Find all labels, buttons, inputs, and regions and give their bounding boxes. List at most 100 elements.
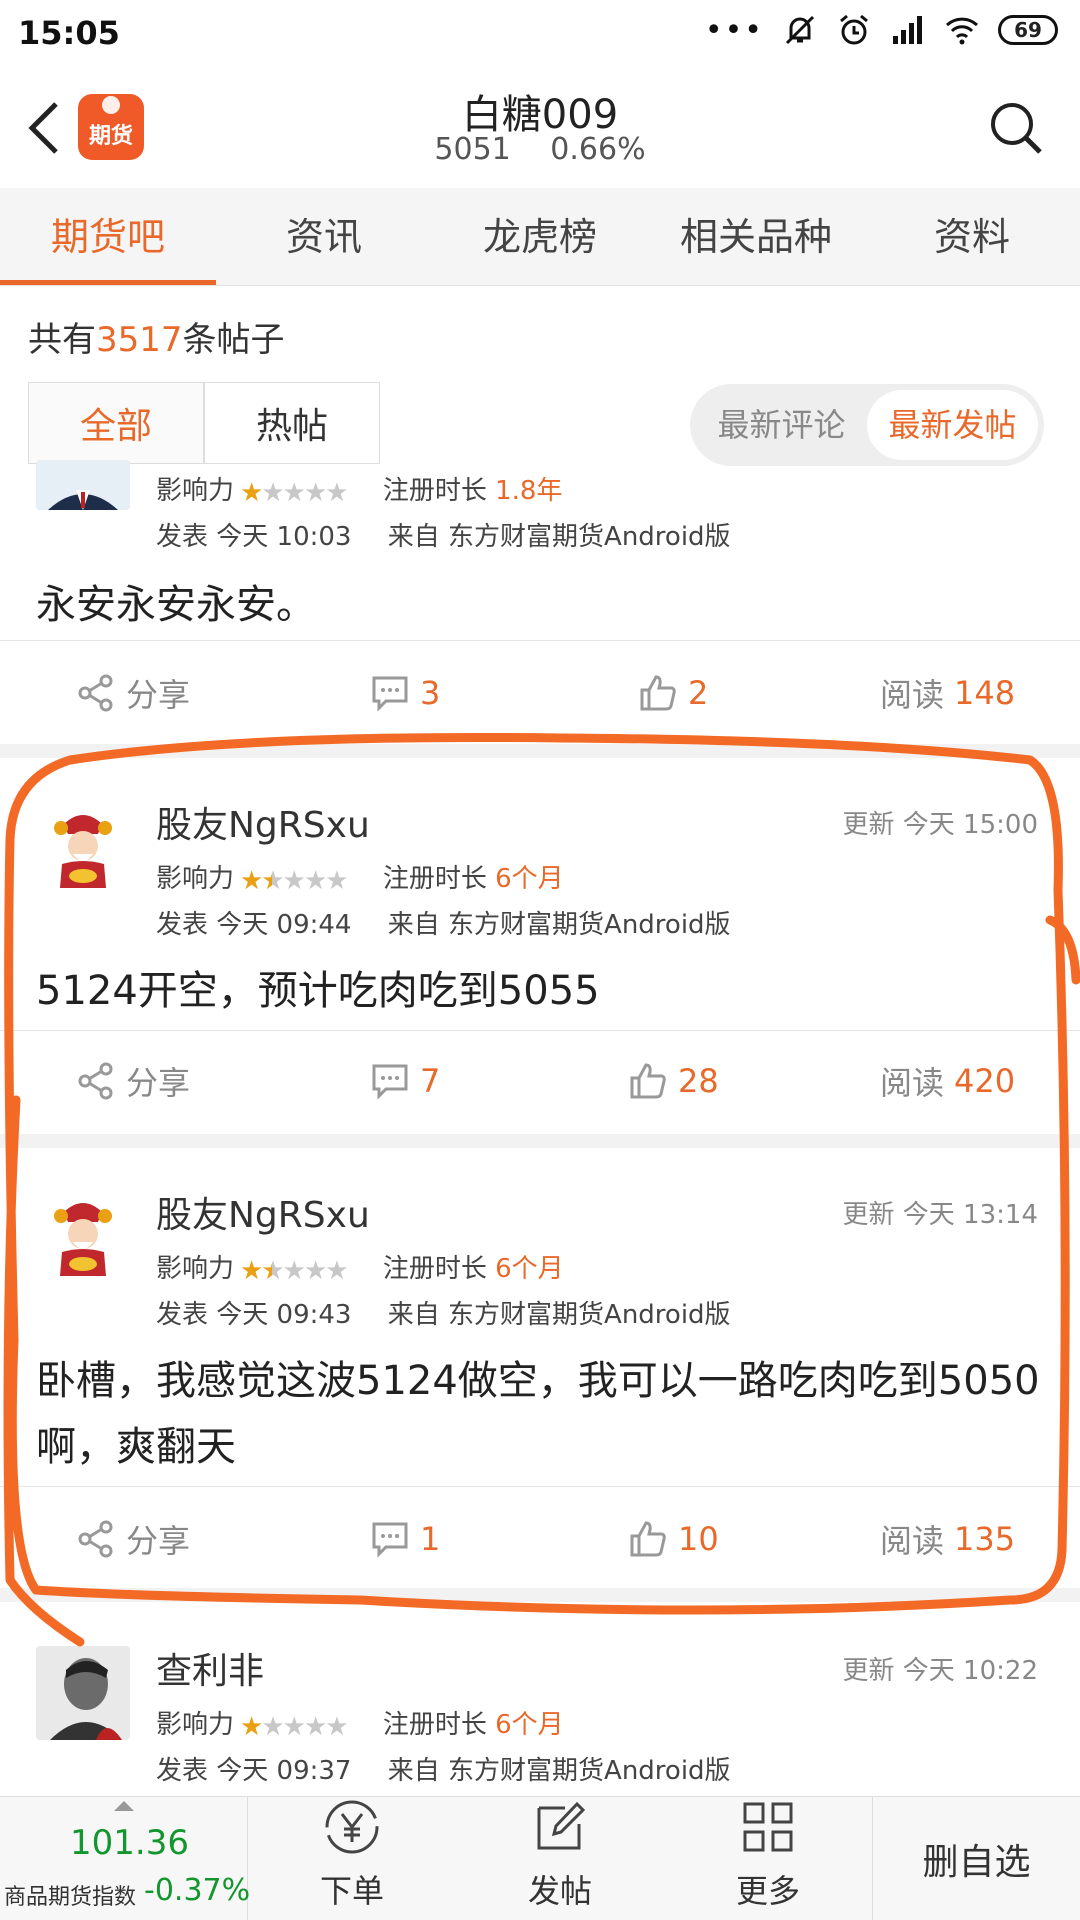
post-source: 东方财富期货Android版 — [448, 1300, 731, 1330]
comment-button[interactable]: 1 — [370, 1504, 440, 1574]
post-content[interactable]: 永安永安永安。 — [36, 572, 1046, 638]
post-card[interactable]: 股友NgRSxu 更新 今天 15:00 影响力 ★★★★★ 注册时长 6个月 发… — [0, 758, 1080, 1134]
reg-label: 注册时长 — [382, 1254, 487, 1284]
reg-label: 注册时长 — [382, 864, 487, 894]
share-icon — [78, 1520, 113, 1558]
share-button[interactable]: 分享 — [76, 1504, 190, 1574]
author-meta: 影响力 ★★★★★ 注册时长 1.8年 — [156, 470, 562, 508]
updated-label: 更新 — [842, 1656, 895, 1686]
fortune-god-avatar-icon — [36, 802, 130, 896]
filter-hot-button[interactable]: 热帖 — [204, 382, 380, 464]
avatar[interactable] — [36, 1190, 130, 1284]
header: 期货 白糖009 5051 0.66% — [0, 70, 1080, 188]
author-name[interactable]: 股友NgRSxu — [156, 1186, 370, 1238]
tab-profile[interactable]: 资料 — [864, 188, 1080, 285]
post-actions: 分享 7 28 阅读 420 — [0, 1046, 1080, 1116]
post-card[interactable]: 查利非 更新 今天 10:22 影响力 ★★★★★ 注册时长 6个月 发表 今天 … — [0, 1602, 1080, 1796]
update-time: 更新 今天 10:22 — [843, 1650, 1038, 1687]
tab-bar: 期货吧 资讯 龙虎榜 相关品种 资料 — [0, 188, 1080, 286]
price-change: 0.66% — [550, 132, 646, 167]
comment-icon — [372, 1064, 408, 1100]
from-label: 来自 — [387, 1300, 440, 1330]
tab-futures-bar[interactable]: 期货吧 — [0, 188, 216, 285]
status-icons: ••• 69 — [705, 12, 1058, 48]
divider — [0, 1030, 1080, 1031]
post-card[interactable]: 股友NgRSxu 更新 今天 13:14 影响力 ★★★★★ 注册时长 6个月 发… — [0, 1148, 1080, 1588]
more-button[interactable]: 更多 — [664, 1797, 872, 1920]
bottom-bar: 101.36 商品期货指数 -0.37% 下单 发帖 更多 删自选 — [0, 1796, 1080, 1920]
like-button[interactable]: 10 — [628, 1504, 719, 1574]
post-card[interactable]: 影响力 ★★★★★ 注册时长 1.8年 发表 今天 10:03 来自 东方财富期货… — [0, 460, 1080, 744]
read-label: 阅读 — [880, 676, 945, 714]
avatar[interactable] — [36, 460, 130, 510]
read-label: 阅读 — [880, 1522, 945, 1560]
like-count: 10 — [678, 1520, 719, 1558]
posted-label: 发表 — [156, 522, 209, 552]
post-source: 东方财富期货Android版 — [448, 522, 731, 552]
like-button[interactable]: 28 — [628, 1046, 719, 1116]
avatar[interactable] — [36, 802, 130, 896]
reg-label: 注册时长 — [382, 476, 487, 506]
thumbs-up-icon — [630, 1063, 666, 1099]
reg-time: 1.8年 — [495, 476, 563, 506]
index-change: -0.37% — [144, 1873, 251, 1908]
post-gap — [0, 1588, 1080, 1602]
price-line: 5051 0.66% — [0, 132, 1080, 167]
share-button[interactable]: 分享 — [76, 1046, 190, 1116]
status-bar: 15:05 ••• 69 — [0, 0, 1080, 70]
sort-latest-comment[interactable]: 最新评论 — [696, 390, 867, 460]
post-meta: 发表 今天 09:44 来自 东方财富期货Android版 — [156, 904, 731, 941]
from-label: 来自 — [387, 1756, 440, 1786]
tab-news[interactable]: 资讯 — [216, 188, 432, 285]
influence-label: 影响力 — [156, 1254, 235, 1284]
more-label: 更多 — [735, 1872, 800, 1910]
post-source: 东方财富期货Android版 — [448, 910, 731, 940]
like-button[interactable]: 2 — [638, 658, 708, 728]
tab-related[interactable]: 相关品种 — [648, 188, 864, 285]
read-count-block: 阅读 148 — [880, 658, 1015, 728]
alarm-icon — [840, 14, 868, 45]
comment-button[interactable]: 7 — [370, 1046, 440, 1116]
summary-suffix: 条帖子 — [182, 320, 285, 360]
wifi-icon — [945, 17, 979, 45]
influence-label: 影响力 — [156, 864, 235, 894]
author-meta: 影响力 ★★★★★ 注册时长 6个月 — [156, 1704, 564, 1742]
remove-watchlist-button[interactable]: 删自选 — [872, 1797, 1080, 1920]
grid-icon — [743, 1802, 793, 1852]
like-count: 2 — [688, 674, 709, 712]
posted-label: 发表 — [156, 1756, 209, 1786]
yen-circle-icon — [325, 1800, 379, 1854]
influence-label: 影响力 — [156, 1710, 235, 1740]
post-meta: 发表 今天 09:37 来自 东方财富期货Android版 — [156, 1750, 731, 1787]
comment-icon — [372, 1522, 408, 1558]
index-label: 商品期货指数 — [4, 1885, 137, 1910]
status-time: 15:05 — [18, 14, 120, 52]
post-button[interactable]: 发帖 — [456, 1797, 664, 1920]
commodity-index[interactable]: 101.36 商品期货指数 -0.37% — [0, 1797, 251, 1920]
author-name[interactable]: 查利非 — [156, 1642, 264, 1694]
order-label: 下单 — [319, 1872, 384, 1910]
influence-stars: ★★★★★ — [240, 866, 349, 896]
filter-all-button[interactable]: 全部 — [28, 382, 204, 464]
author-meta: 影响力 ★★★★★ 注册时长 6个月 — [156, 858, 564, 896]
post-content[interactable]: 5124开空，预计吃肉吃到5055 — [36, 958, 1046, 1024]
order-button[interactable]: 下单 — [248, 1797, 456, 1920]
comment-button[interactable]: 3 — [370, 658, 440, 728]
read-count-block: 阅读 135 — [880, 1504, 1015, 1574]
tab-dragon-tiger[interactable]: 龙虎榜 — [432, 188, 648, 285]
post-content[interactable]: 卧槽，我感觉这波5124做空，我可以一路吃肉吃到5050啊，爽翻天 — [36, 1348, 1046, 1480]
read-count: 135 — [954, 1520, 1016, 1558]
share-label: 分享 — [126, 676, 191, 714]
share-button[interactable]: 分享 — [76, 658, 190, 728]
author-name[interactable]: 股友NgRSxu — [156, 796, 370, 848]
post-actions: 分享 1 10 阅读 135 — [0, 1504, 1080, 1574]
sort-latest-post[interactable]: 最新发帖 — [867, 390, 1038, 460]
avatar[interactable] — [36, 1646, 130, 1740]
read-count-block: 阅读 420 — [880, 1046, 1015, 1116]
comment-count: 7 — [420, 1062, 441, 1100]
sort-toggle: 最新评论 最新发帖 — [690, 384, 1044, 466]
search-icon[interactable] — [988, 100, 1044, 156]
index-value: 101.36 — [70, 1823, 189, 1863]
posted-time: 今天 09:43 — [216, 1300, 352, 1330]
reg-time: 6个月 — [495, 864, 564, 894]
